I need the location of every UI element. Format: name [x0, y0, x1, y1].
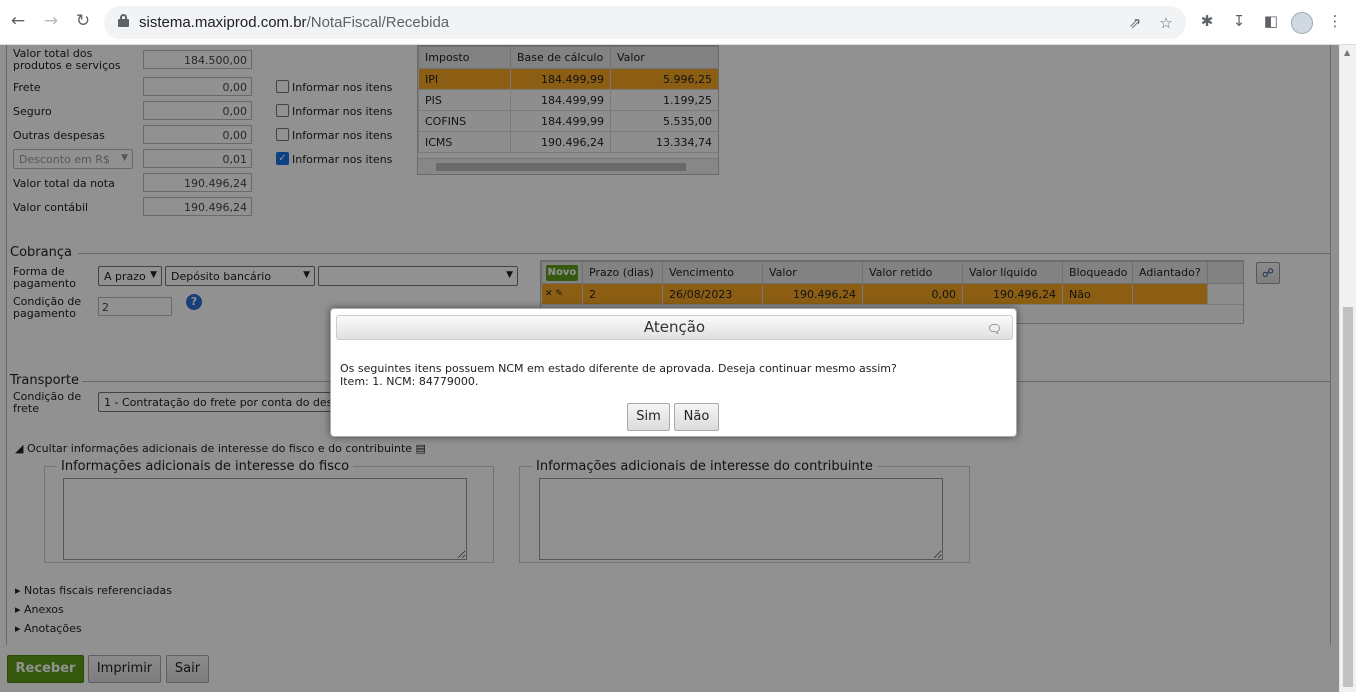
sidepanel-icon[interactable]: ◧ — [1260, 10, 1282, 32]
speech-bubble-icon: 🗨 — [986, 322, 1002, 336]
share-icon[interactable]: ⇗ — [1124, 12, 1146, 34]
url-host: sistema.maxiprod.com.br — [139, 14, 307, 31]
browser-toolbar: ← → ↻ sistema.maxiprod.com.br/NotaFiscal… — [0, 0, 1356, 45]
lock-icon — [118, 14, 129, 28]
forward-arrow-icon[interactable]: → — [40, 10, 62, 32]
reload-icon[interactable]: ↻ — [72, 10, 94, 32]
dialog-detail: Item: 1. NCM: 84779000. — [340, 375, 479, 388]
star-icon[interactable]: ☆ — [1155, 12, 1177, 34]
page-content: Valor total dos produtos e serviços 184.… — [0, 45, 1356, 692]
dialog-titlebar: Atenção 🗨 — [336, 315, 1013, 340]
dialog-title: Atenção — [643, 318, 706, 336]
page-scrollbar[interactable]: ▲ — [1339, 45, 1356, 692]
sim-button[interactable]: Sim — [627, 403, 670, 431]
dialog-message: Os seguintes itens possuem NCM em estado… — [340, 362, 897, 375]
back-arrow-icon[interactable]: ← — [7, 10, 29, 32]
address-bar[interactable]: sistema.maxiprod.com.br/NotaFiscal/Receb… — [104, 6, 1186, 39]
nao-button[interactable]: Não — [674, 403, 719, 431]
extensions-icon[interactable]: ✱ — [1196, 10, 1218, 32]
scroll-up-icon[interactable]: ▲ — [1344, 48, 1350, 57]
scrollbar-thumb[interactable] — [1343, 307, 1353, 687]
download-icon[interactable]: ↧ — [1228, 10, 1250, 32]
attention-dialog: Atenção 🗨 Os seguintes itens possuem NCM… — [330, 308, 1017, 437]
menu-dots-icon[interactable]: ⋮ — [1324, 10, 1346, 32]
url-path: /NotaFiscal/Recebida — [306, 14, 450, 31]
profile-avatar[interactable] — [1291, 12, 1313, 34]
